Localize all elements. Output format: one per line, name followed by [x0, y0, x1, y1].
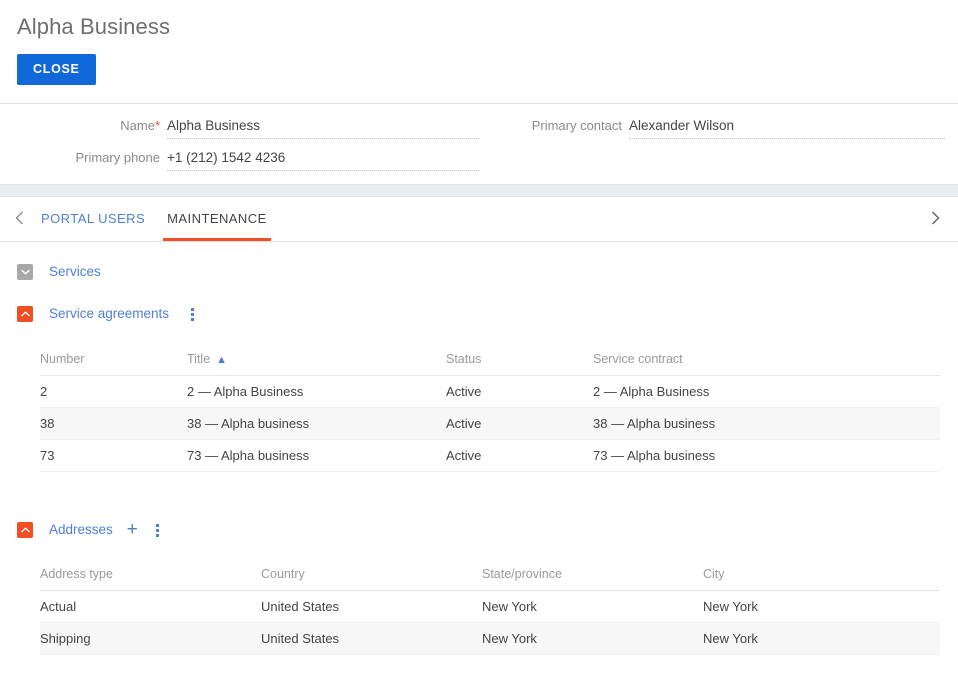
- cell-service-contract: 73 — Alpha business: [593, 439, 940, 472]
- form-column-left: Name* Alpha Business Primary phone +1 (2…: [0, 117, 500, 181]
- table-row[interactable]: 38 38 — Alpha business Active 38 — Alpha…: [40, 407, 940, 440]
- cell-city: New York: [703, 622, 940, 655]
- table-header-row: Number Title ▲ Status Service contract: [40, 352, 940, 376]
- cell-title: 73 — Alpha business: [187, 439, 446, 472]
- section-title-addresses[interactable]: Addresses: [49, 521, 113, 539]
- column-header-country[interactable]: Country: [261, 567, 482, 591]
- section-header-services: Services: [17, 261, 958, 283]
- cell-title: 2 — Alpha Business: [187, 375, 446, 408]
- cell-number: 73: [40, 439, 187, 472]
- record-form: Name* Alpha Business Primary phone +1 (2…: [0, 104, 958, 184]
- cell-state-province: New York: [482, 590, 703, 623]
- cell-status: Active: [446, 407, 593, 440]
- cell-address-type: Shipping: [40, 622, 261, 655]
- cell-service-contract: 38 — Alpha business: [593, 407, 940, 440]
- required-marker-name: *: [154, 118, 160, 133]
- cell-country: United States: [261, 590, 482, 623]
- tab-content-maintenance: Services Service agreements Number Title…: [0, 261, 958, 655]
- tab-portal-users[interactable]: PORTAL USERS: [30, 197, 156, 241]
- table-addresses: Address type Country State/province City…: [40, 567, 940, 655]
- column-header-status-label: Status: [446, 352, 482, 366]
- kebab-menu-icon-service-agreements[interactable]: [187, 307, 198, 321]
- cell-state-province: New York: [482, 622, 703, 655]
- cell-service-contract: 2 — Alpha Business: [593, 375, 940, 408]
- field-value-primary-phone[interactable]: +1 (212) 1542 4236: [167, 149, 479, 171]
- table-header-addresses: Address type Country State/province City: [40, 567, 940, 591]
- chevron-right-icon[interactable]: [924, 211, 946, 228]
- section-title-services[interactable]: Services: [49, 263, 101, 281]
- tab-bar: PORTAL USERS MAINTENANCE: [0, 197, 958, 242]
- cell-title: 38 — Alpha business: [187, 407, 446, 440]
- field-label-primary-contact: Primary contact: [531, 118, 622, 133]
- column-header-service-contract-label: Service contract: [593, 352, 683, 366]
- field-label-name-text: Name: [120, 118, 155, 133]
- kebab-dot: [191, 307, 195, 311]
- field-row-name: Name* Alpha Business: [0, 117, 500, 139]
- table-row[interactable]: Shipping United States New York New York: [40, 622, 940, 655]
- kebab-dot: [155, 523, 159, 527]
- cell-status: Active: [446, 439, 593, 472]
- table-service-agreements: Number Title ▲ Status Service contract 2 …: [40, 352, 940, 472]
- column-header-title[interactable]: Title ▲: [187, 352, 446, 376]
- table-row[interactable]: 73 73 — Alpha business Active 73 — Alpha…: [40, 439, 940, 472]
- column-header-title-label: Title: [187, 352, 211, 366]
- section-header-service-agreements: Service agreements: [17, 303, 958, 325]
- page-header: Alpha Business CLOSE: [0, 0, 958, 85]
- column-header-status[interactable]: Status: [446, 352, 593, 376]
- form-column-right: Primary contact Alexander Wilson: [500, 117, 958, 149]
- kebab-dot: [155, 533, 159, 537]
- field-row-primary-phone: Primary phone +1 (212) 1542 4236: [0, 149, 500, 171]
- chevron-up-icon[interactable]: [17, 306, 33, 322]
- chevron-left-icon[interactable]: [8, 211, 30, 228]
- table-body-addresses: Actual United States New York New York S…: [40, 590, 940, 655]
- table-row[interactable]: 2 2 — Alpha Business Active 2 — Alpha Bu…: [40, 375, 940, 408]
- field-label-name: Name*: [0, 117, 167, 135]
- cell-country: United States: [261, 622, 482, 655]
- table-row[interactable]: Actual United States New York New York: [40, 590, 940, 623]
- page-title: Alpha Business: [17, 14, 171, 39]
- cell-status: Active: [446, 375, 593, 408]
- column-header-number[interactable]: Number: [40, 352, 187, 376]
- section-title-service-agreements[interactable]: Service agreements: [49, 305, 169, 323]
- kebab-dot: [155, 528, 159, 532]
- section-header-addresses: Addresses +: [17, 519, 958, 541]
- tab-maintenance[interactable]: MAINTENANCE: [156, 197, 278, 241]
- field-value-name[interactable]: Alpha Business: [167, 117, 479, 139]
- table-header-service-agreements: Number Title ▲ Status Service contract: [40, 352, 940, 376]
- section-separator-band: [0, 184, 958, 197]
- table-body-service-agreements: 2 2 — Alpha Business Active 2 — Alpha Bu…: [40, 375, 940, 472]
- cell-city: New York: [703, 590, 940, 623]
- close-button[interactable]: CLOSE: [17, 54, 96, 85]
- column-header-address-type[interactable]: Address type: [40, 567, 261, 591]
- cell-number: 2: [40, 375, 187, 408]
- kebab-dot: [191, 312, 195, 316]
- column-header-number-label: Number: [40, 352, 85, 366]
- chevron-down-icon[interactable]: [17, 264, 33, 280]
- table-header-row: Address type Country State/province City: [40, 567, 940, 591]
- column-header-city[interactable]: City: [703, 567, 940, 591]
- kebab-dot: [191, 317, 195, 321]
- field-label-primary-phone: Primary phone: [75, 150, 160, 165]
- field-value-primary-contact[interactable]: Alexander Wilson: [629, 117, 945, 139]
- cell-number: 38: [40, 407, 187, 440]
- caret-up-icon: ▲: [216, 354, 228, 366]
- chevron-up-icon[interactable]: [17, 522, 33, 538]
- plus-icon[interactable]: +: [127, 520, 138, 539]
- column-header-service-contract[interactable]: Service contract: [593, 352, 940, 376]
- kebab-menu-icon-addresses[interactable]: [152, 523, 163, 537]
- column-header-state-province[interactable]: State/province: [482, 567, 703, 591]
- field-row-primary-contact: Primary contact Alexander Wilson: [500, 117, 958, 139]
- cell-address-type: Actual: [40, 590, 261, 623]
